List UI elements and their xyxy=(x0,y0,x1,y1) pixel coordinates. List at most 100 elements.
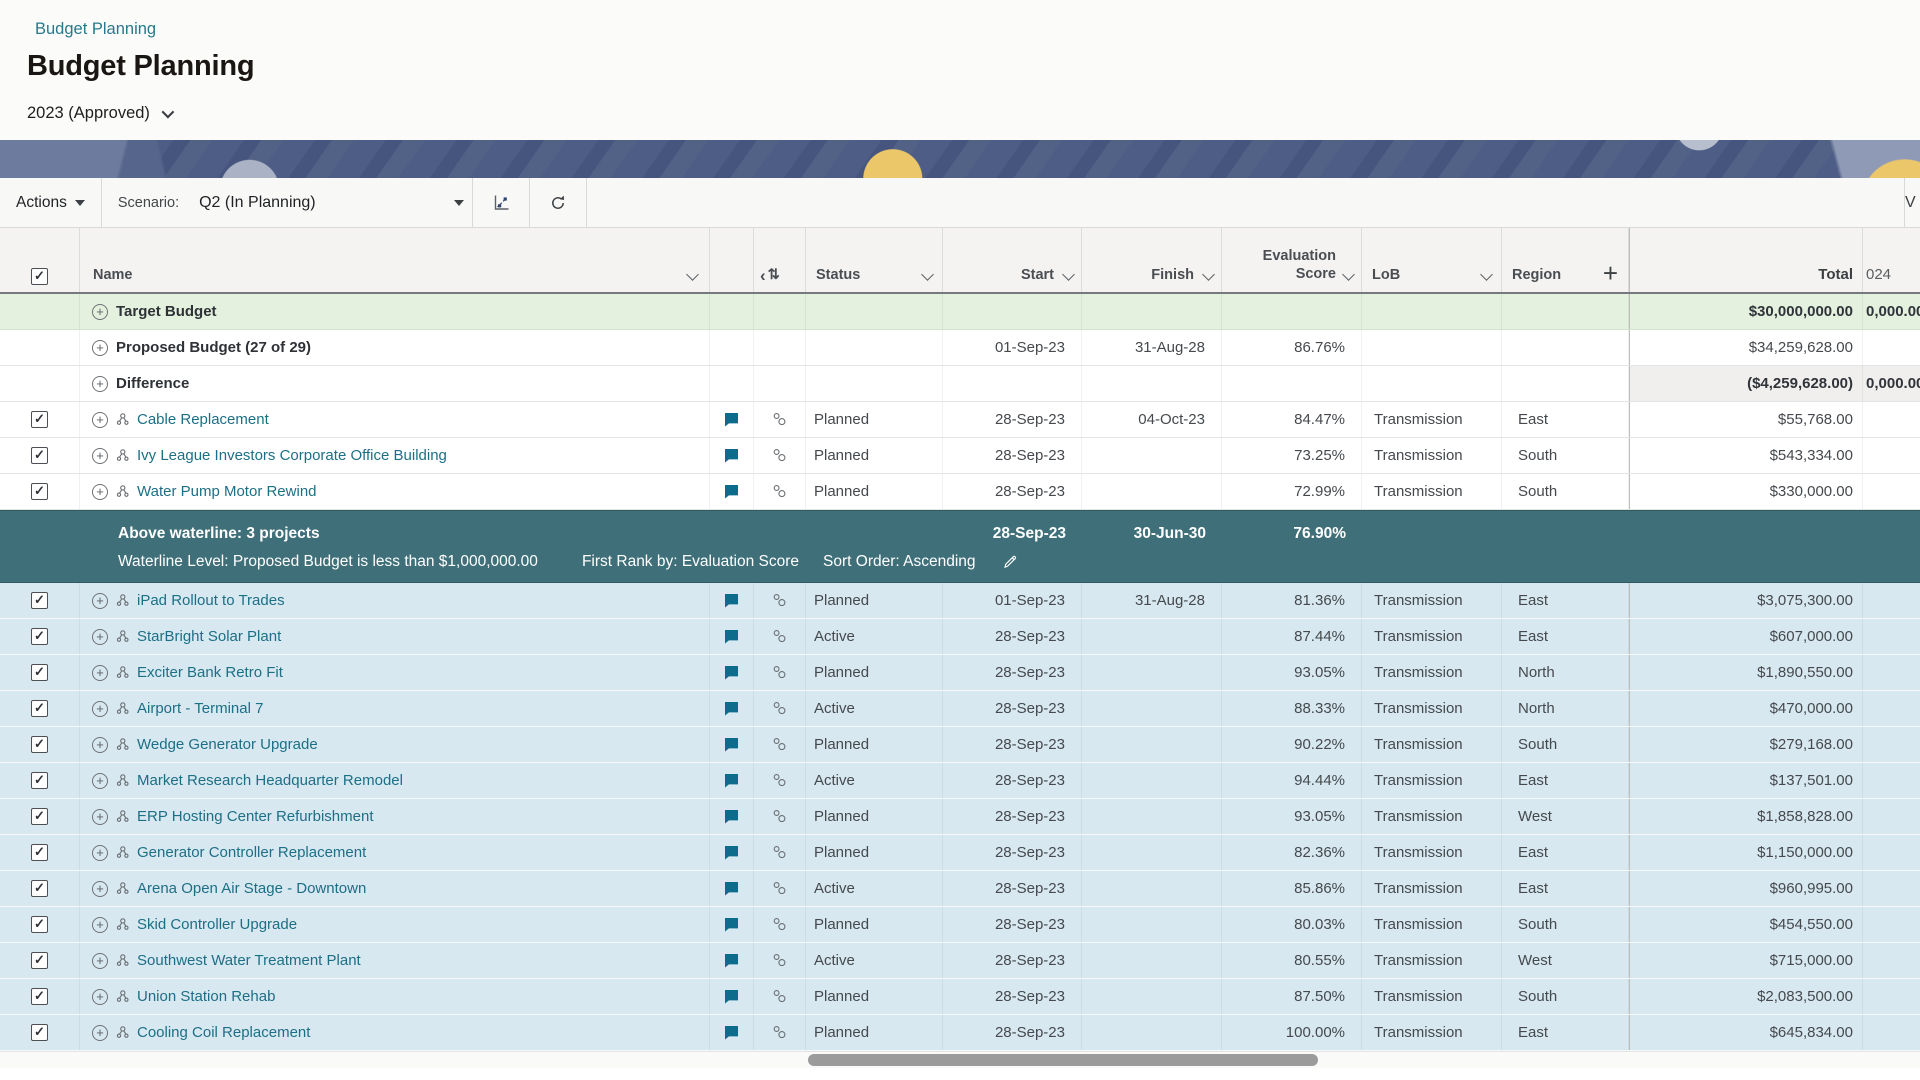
project-name-link[interactable]: iPad Rollout to Trades xyxy=(137,592,285,609)
project-name-link[interactable]: Ivy League Investors Corporate Office Bu… xyxy=(137,447,447,464)
project-name-link[interactable]: Airport - Terminal 7 xyxy=(137,700,263,717)
expand-icon[interactable] xyxy=(92,665,108,681)
project-name-link[interactable]: Water Pump Motor Rewind xyxy=(137,483,317,500)
expand-icon[interactable] xyxy=(92,593,108,609)
note-flag-icon[interactable] xyxy=(725,882,738,896)
select-all-checkbox[interactable] xyxy=(31,268,48,285)
chart-view-button[interactable] xyxy=(473,178,529,227)
row-checkbox[interactable] xyxy=(31,844,48,861)
row-checkbox[interactable] xyxy=(31,628,48,645)
cell-evaluation-score: 72.99% xyxy=(1222,474,1362,509)
expand-icon[interactable] xyxy=(92,701,108,717)
cell-finish xyxy=(1082,691,1222,726)
row-checkbox[interactable] xyxy=(31,483,48,500)
project-icon xyxy=(116,882,129,895)
chevron-down-icon[interactable] xyxy=(1342,268,1355,281)
expand-icon[interactable] xyxy=(92,773,108,789)
chevron-down-icon[interactable] xyxy=(686,268,699,281)
note-flag-icon[interactable] xyxy=(725,738,738,752)
expand-icon[interactable] xyxy=(92,340,108,356)
cell-select xyxy=(0,799,80,834)
note-flag-icon[interactable] xyxy=(725,666,738,680)
expand-icon[interactable] xyxy=(92,629,108,645)
expand-icon[interactable] xyxy=(92,809,108,825)
expand-icon[interactable] xyxy=(92,989,108,1005)
row-checkbox[interactable] xyxy=(31,988,48,1005)
refresh-button[interactable] xyxy=(530,178,586,227)
project-name-link[interactable]: Arena Open Air Stage - Downtown xyxy=(137,880,366,897)
note-flag-icon[interactable] xyxy=(725,774,738,788)
scenario-dropdown[interactable]: Scenario: Q2 (In Planning) xyxy=(102,178,472,227)
expand-icon[interactable] xyxy=(92,484,108,500)
expand-icon[interactable] xyxy=(92,917,108,933)
project-name-link[interactable]: Exciter Bank Retro Fit xyxy=(137,664,283,681)
expand-icon[interactable] xyxy=(92,1025,108,1041)
project-name-link[interactable]: Generator Controller Replacement xyxy=(137,844,366,861)
project-name-link[interactable]: Skid Controller Upgrade xyxy=(137,916,297,933)
row-checkbox[interactable] xyxy=(31,411,48,428)
note-flag-icon[interactable] xyxy=(725,449,738,463)
project-name-link[interactable]: Market Research Headquarter Remodel xyxy=(137,772,403,789)
row-checkbox[interactable] xyxy=(31,664,48,681)
expand-icon[interactable] xyxy=(92,845,108,861)
row-checkbox[interactable] xyxy=(31,808,48,825)
add-column-button[interactable]: + xyxy=(1603,263,1618,283)
row-checkbox[interactable] xyxy=(31,592,48,609)
actions-menu-button[interactable]: Actions xyxy=(0,178,101,227)
expand-icon[interactable] xyxy=(92,737,108,753)
cell-total: $645,834.00 xyxy=(1629,1015,1863,1050)
chevron-down-icon[interactable] xyxy=(921,268,934,281)
actions-menu-label: Actions xyxy=(16,194,67,212)
expand-icon[interactable] xyxy=(92,376,108,392)
row-checkbox[interactable] xyxy=(31,952,48,969)
scrollbar-thumb[interactable] xyxy=(808,1054,1318,1066)
note-flag-icon[interactable] xyxy=(725,918,738,932)
chevron-left-icon[interactable]: ‹ xyxy=(760,268,766,283)
note-flag-icon[interactable] xyxy=(725,594,738,608)
cell-start: 28-Sep-23 xyxy=(943,835,1082,870)
plan-selector[interactable]: 2023 (Approved) xyxy=(27,104,171,123)
project-name-link[interactable]: ERP Hosting Center Refurbishment xyxy=(137,808,374,825)
view-button-clipped[interactable]: V xyxy=(1905,178,1920,227)
cell-total: $137,501.00 xyxy=(1629,763,1863,798)
scenario-value: Q2 (In Planning) xyxy=(199,194,434,212)
project-name-link[interactable]: Union Station Rehab xyxy=(137,988,275,1005)
expand-icon[interactable] xyxy=(92,412,108,428)
row-checkbox[interactable] xyxy=(31,736,48,753)
row-checkbox[interactable] xyxy=(31,700,48,717)
project-name-link[interactable]: Southwest Water Treatment Plant xyxy=(137,952,361,969)
project-name-link[interactable]: StarBright Solar Plant xyxy=(137,628,281,645)
note-flag-icon[interactable] xyxy=(725,1026,738,1040)
edit-waterline-button[interactable] xyxy=(1002,554,1018,570)
row-checkbox[interactable] xyxy=(31,916,48,933)
chevron-down-icon[interactable] xyxy=(1202,268,1215,281)
chevron-down-icon[interactable] xyxy=(1062,268,1075,281)
row-checkbox[interactable] xyxy=(31,447,48,464)
cell-evaluation-score: 85.86% xyxy=(1222,871,1362,906)
row-checkbox[interactable] xyxy=(31,772,48,789)
expand-icon[interactable] xyxy=(92,304,108,320)
horizontal-scrollbar[interactable] xyxy=(0,1051,1920,1068)
note-flag-icon[interactable] xyxy=(725,954,738,968)
note-flag-icon[interactable] xyxy=(725,630,738,644)
sort-arrows-icon[interactable]: ⇅ xyxy=(768,267,780,283)
cell-region xyxy=(1502,366,1629,401)
project-name-link[interactable]: Wedge Generator Upgrade xyxy=(137,736,318,753)
expand-icon[interactable] xyxy=(92,953,108,969)
row-checkbox[interactable] xyxy=(31,1024,48,1041)
note-flag-icon[interactable] xyxy=(725,810,738,824)
expand-icon[interactable] xyxy=(92,448,108,464)
chevron-down-icon[interactable] xyxy=(1480,268,1493,281)
cell-start xyxy=(943,294,1082,329)
expand-icon[interactable] xyxy=(92,881,108,897)
note-flag-icon[interactable] xyxy=(725,485,738,499)
note-flag-icon[interactable] xyxy=(725,413,738,427)
project-name-link[interactable]: Cooling Coil Replacement xyxy=(137,1024,310,1041)
note-flag-icon[interactable] xyxy=(725,702,738,716)
cell-region: East xyxy=(1502,835,1629,870)
breadcrumb[interactable]: Budget Planning xyxy=(35,20,156,39)
note-flag-icon[interactable] xyxy=(725,846,738,860)
row-checkbox[interactable] xyxy=(31,880,48,897)
note-flag-icon[interactable] xyxy=(725,990,738,1004)
project-name-link[interactable]: Cable Replacement xyxy=(137,411,269,428)
